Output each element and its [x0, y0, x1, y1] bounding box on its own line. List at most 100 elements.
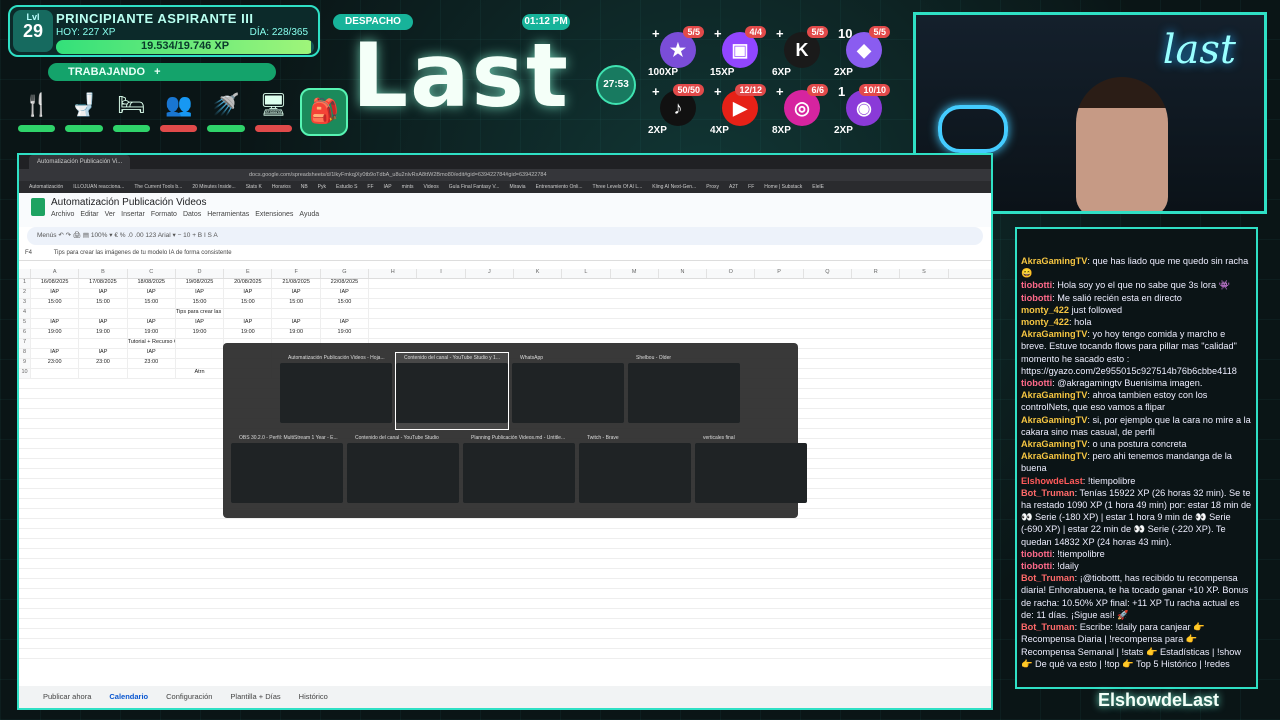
switcher-window[interactable]: verticales final: [695, 433, 807, 509]
column-header[interactable]: R: [852, 269, 901, 278]
cell[interactable]: 19:00: [321, 329, 370, 338]
column-header[interactable]: O: [707, 269, 756, 278]
switcher-window[interactable]: Shelbou - Older: [628, 353, 740, 429]
cell[interactable]: 23:00: [79, 359, 128, 368]
bookmark-item[interactable]: Pyk: [318, 184, 326, 190]
cell[interactable]: IAP: [224, 289, 273, 298]
bookmark-item[interactable]: ElelE: [812, 184, 824, 190]
chat-username[interactable]: monty_422: [1021, 305, 1069, 315]
column-header[interactable]: A: [31, 269, 80, 278]
sheets-toolbar[interactable]: Menús ↶ ↷ 🖨 ▤ 100% ▾ € % .0 .00 123 Aria…: [27, 227, 983, 245]
cell[interactable]: IAP: [176, 289, 225, 298]
cell[interactable]: [79, 339, 128, 348]
bookmark-item[interactable]: Three Levels Of AI L...: [593, 184, 643, 190]
cell[interactable]: 16/08/2025: [31, 279, 80, 288]
cell[interactable]: 15:00: [224, 299, 273, 308]
bookmark-item[interactable]: The Current Tools b...: [134, 184, 182, 190]
switcher-window[interactable]: Automatización Publicación Videos - Hoja…: [280, 353, 392, 429]
cell[interactable]: Tutorial + Recurso Gratis de Cómo crear …: [128, 339, 176, 348]
cell[interactable]: IAP: [31, 349, 80, 358]
sheet-tab[interactable]: Calendario: [109, 692, 148, 701]
switcher-window[interactable]: Contenido del canal - YouTube Studio y 1…: [395, 352, 509, 430]
doc-title[interactable]: Automatización Publicación Videos: [51, 197, 206, 208]
cell[interactable]: [176, 349, 225, 358]
cell[interactable]: 19:00: [79, 329, 128, 338]
row-number[interactable]: 7: [19, 339, 31, 348]
sheet-tab[interactable]: Histórico: [299, 692, 328, 701]
cell[interactable]: [79, 369, 128, 378]
cell[interactable]: 15:00: [176, 299, 225, 308]
chat-username[interactable]: AkraGamingTV: [1021, 451, 1087, 461]
cell[interactable]: IAP: [31, 319, 80, 328]
row-number[interactable]: 10: [19, 369, 31, 378]
cell[interactable]: 23:00: [31, 359, 80, 368]
cell[interactable]: 15:00: [272, 299, 321, 308]
switcher-window[interactable]: WhatsApp: [512, 353, 624, 429]
bookmark-item[interactable]: FF: [748, 184, 754, 190]
chat-username[interactable]: AkraGamingTV: [1021, 256, 1087, 266]
cell[interactable]: [128, 369, 176, 378]
switcher-window[interactable]: Twitch - Brave: [579, 433, 691, 509]
column-header[interactable]: G: [321, 269, 370, 278]
bookmark-item[interactable]: NB: [301, 184, 308, 190]
cell[interactable]: IAP: [272, 319, 321, 328]
menu-item[interactable]: Insertar: [121, 211, 145, 218]
formula-input[interactable]: Tips para crear las imágenes de tu model…: [54, 250, 232, 256]
cell[interactable]: [272, 309, 321, 318]
cell[interactable]: IAP: [321, 289, 370, 298]
column-header[interactable]: F: [272, 269, 321, 278]
menu-item[interactable]: Datos: [183, 211, 201, 218]
cell[interactable]: 19:00: [31, 329, 80, 338]
chat-username[interactable]: tiobotti: [1021, 378, 1052, 388]
row-number[interactable]: 2: [19, 289, 31, 298]
column-header[interactable]: H: [369, 269, 418, 278]
cell[interactable]: IAP: [176, 319, 225, 328]
bookmark-item[interactable]: Stats K: [246, 184, 262, 190]
cell[interactable]: IAP: [31, 289, 80, 298]
column-header[interactable]: J: [466, 269, 514, 278]
column-header[interactable]: B: [79, 269, 128, 278]
column-header[interactable]: S: [900, 269, 949, 278]
cell[interactable]: 15:00: [321, 299, 370, 308]
bookmark-item[interactable]: Horarios: [272, 184, 291, 190]
chat-username[interactable]: tiobotti: [1021, 561, 1052, 571]
bookmark-item[interactable]: Home | Substack: [764, 184, 802, 190]
cell[interactable]: 15:00: [31, 299, 80, 308]
column-header[interactable]: D: [176, 269, 225, 278]
cell[interactable]: Atrn: [176, 369, 225, 378]
bookmark-item[interactable]: Proxy: [706, 184, 719, 190]
chat-username[interactable]: AkraGamingTV: [1021, 329, 1087, 339]
chat-username[interactable]: tiobotti: [1021, 293, 1052, 303]
switcher-window[interactable]: OBS 30.2.0 - Perfil: MultiStream 1 Year …: [231, 433, 343, 509]
cell[interactable]: IAP: [321, 319, 370, 328]
chat-username[interactable]: Bot_Truman: [1021, 573, 1075, 583]
column-header[interactable]: E: [224, 269, 273, 278]
cell[interactable]: IAP: [128, 349, 176, 358]
bookmark-item[interactable]: 20 Minutes Inside...: [192, 184, 235, 190]
column-header[interactable]: M: [611, 269, 659, 278]
cell-reference[interactable]: F4: [25, 250, 32, 256]
cell[interactable]: [128, 309, 176, 318]
row-number[interactable]: 4: [19, 309, 31, 318]
cell[interactable]: IAP: [128, 289, 176, 298]
chat-username[interactable]: Bot_Truman: [1021, 488, 1075, 498]
column-header[interactable]: L: [562, 269, 611, 278]
menu-item[interactable]: Herramientas: [207, 211, 249, 218]
cell[interactable]: 22/08/2025: [321, 279, 370, 288]
chat-username[interactable]: Bot_Truman: [1021, 622, 1075, 632]
chat-username[interactable]: AkraGamingTV: [1021, 415, 1087, 425]
column-header[interactable]: K: [514, 269, 563, 278]
chat-username[interactable]: tiobotti: [1021, 280, 1052, 290]
menu-item[interactable]: Archivo: [51, 211, 74, 218]
row-number[interactable]: 8: [19, 349, 31, 358]
cell[interactable]: [321, 309, 370, 318]
bookmark-item[interactable]: Entrenamiento Onli...: [536, 184, 583, 190]
cell[interactable]: 18/08/2025: [128, 279, 176, 288]
chat-username[interactable]: monty_422: [1021, 317, 1069, 327]
bookmark-item[interactable]: Automatización: [29, 184, 63, 190]
sheet-tab[interactable]: Publicar ahora: [43, 692, 91, 701]
menu-item[interactable]: Formato: [151, 211, 177, 218]
cell[interactable]: 15:00: [128, 299, 176, 308]
column-header[interactable]: P: [755, 269, 804, 278]
column-header[interactable]: [19, 269, 31, 278]
